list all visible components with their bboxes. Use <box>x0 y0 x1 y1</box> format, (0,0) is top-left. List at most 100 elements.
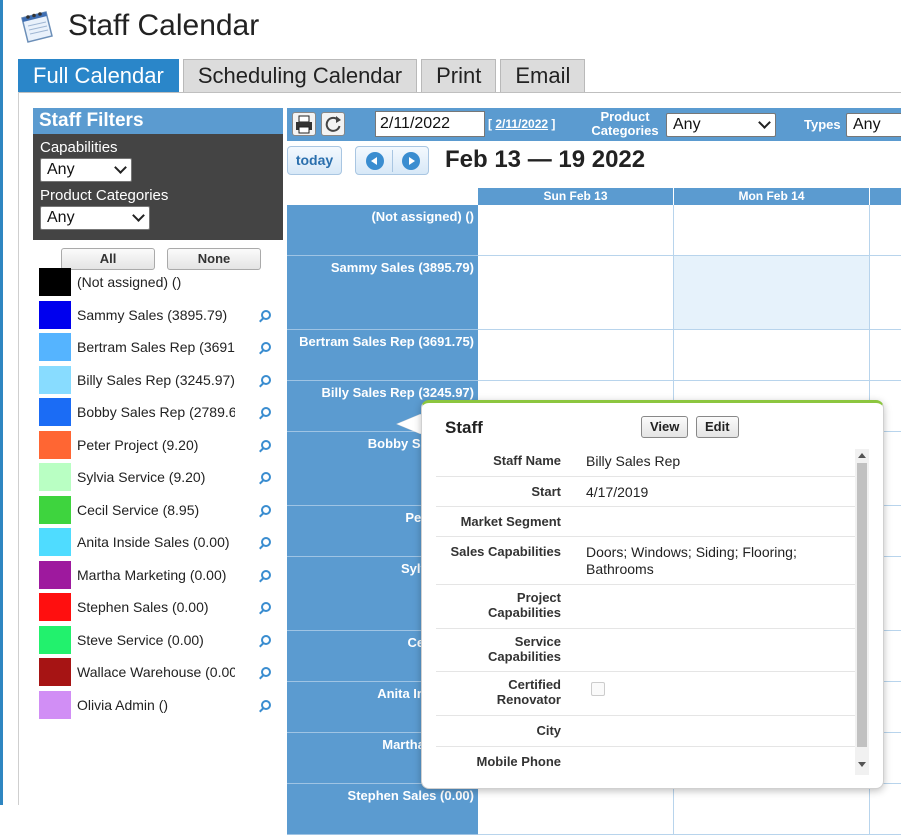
date-link-text[interactable]: 2/11/2022 <box>495 117 548 131</box>
types-select[interactable]: Any <box>846 113 901 137</box>
window-edge <box>0 0 3 805</box>
staff-color-swatch <box>39 658 71 687</box>
types-label: Types <box>804 117 841 132</box>
staff-color-swatch <box>39 560 71 589</box>
staff-list-item[interactable]: Anita Inside Sales (0.00) <box>39 526 284 559</box>
staff-color-swatch <box>39 430 71 459</box>
product-categories-select-value: Any <box>47 209 75 226</box>
staff-list-item[interactable]: Sammy Sales (3895.79) <box>39 299 284 332</box>
date-range-title: Feb 13 — 19 2022 <box>445 146 646 173</box>
scroll-thumb[interactable] <box>857 463 867 747</box>
calendar-cell[interactable] <box>674 256 870 330</box>
detail-label: Service Capabilities <box>488 634 561 664</box>
staff-name: Steve Service (0.00) <box>77 631 204 648</box>
zoom-icon[interactable] <box>261 699 271 710</box>
detail-label: Certified Renovator <box>496 677 561 707</box>
page-header: Staff Calendar <box>16 6 259 46</box>
zoom-icon[interactable] <box>261 602 271 612</box>
staff-list-item[interactable]: Steve Service (0.00) <box>39 624 284 657</box>
calendar-cell[interactable] <box>870 784 901 835</box>
detail-row: Sales Capabilities Doors; Windows; Siding… <box>436 537 856 585</box>
next-week-icon[interactable] <box>402 152 420 170</box>
calendar-cell[interactable] <box>478 784 674 835</box>
staff-list-item[interactable]: Stephen Sales (0.00) <box>39 591 284 624</box>
staff-name: Sammy Sales (3895.79) <box>77 306 228 323</box>
zoom-icon[interactable] <box>261 439 271 450</box>
tab-scheduling-calendar[interactable]: Scheduling Calendar <box>182 59 418 92</box>
certified-renovator-checkbox[interactable] <box>591 682 605 696</box>
toolbar-product-categories-select[interactable]: Any <box>666 113 776 137</box>
edit-button[interactable]: Edit <box>696 416 739 438</box>
calendar-cell[interactable] <box>870 256 901 330</box>
calendar-cell[interactable] <box>870 330 901 381</box>
staff-filters-body: Capabilities Any Product Categories Any <box>33 134 283 240</box>
staff-list-item[interactable]: Wallace Warehouse (0.00 <box>39 656 284 689</box>
staff-name: Bobby Sales Rep (2789.6 <box>77 404 235 421</box>
date-input[interactable]: 2/11/2022 <box>375 111 485 137</box>
staff-list-item[interactable]: Olivia Admin () <box>39 689 284 722</box>
staff-row-label: Sammy Sales (3895.79) <box>287 256 478 330</box>
zoom-icon[interactable] <box>261 472 271 482</box>
staff-list-item[interactable]: (Not assigned) () <box>39 266 284 299</box>
detail-value: Doors; Windows; Siding; Flooring; Bathro… <box>586 544 797 577</box>
zoom-icon[interactable] <box>261 309 271 320</box>
staff-color-swatch <box>39 463 71 492</box>
staff-list-item[interactable]: Martha Marketing (0.00) <box>39 559 284 592</box>
staff-color-swatch <box>39 268 71 297</box>
view-tabs: Full Calendar Scheduling Calendar Print … <box>18 59 589 92</box>
zoom-icon[interactable] <box>261 634 271 645</box>
scroll-up-icon[interactable] <box>858 453 866 458</box>
zoom-icon[interactable] <box>261 569 271 580</box>
zoom-icon[interactable] <box>261 504 271 515</box>
zoom-icon[interactable] <box>261 667 271 677</box>
calendar-cell[interactable] <box>478 256 674 330</box>
zoom-icon[interactable] <box>261 374 271 385</box>
staff-name: Stephen Sales (0.00) <box>77 599 209 616</box>
calendar-toolbar: 2/11/2022 [ 2/11/2022 ] Product Categori… <box>287 108 901 141</box>
zoom-icon[interactable] <box>261 342 271 352</box>
product-categories-select[interactable]: Any <box>40 206 150 230</box>
calendar-cell[interactable] <box>478 330 674 381</box>
staff-color-swatch <box>39 528 71 557</box>
calendar-cell[interactable] <box>478 205 674 256</box>
staff-list-item[interactable]: Sylvia Service (9.20) <box>39 461 284 494</box>
tab-email[interactable]: Email <box>500 59 586 92</box>
capabilities-label: Capabilities <box>40 139 118 156</box>
detail-value: 4/17/2019 <box>586 484 649 500</box>
date-link[interactable]: [ 2/11/2022 ] <box>488 117 555 131</box>
staff-list-item[interactable]: Bobby Sales Rep (2789.6 <box>39 396 284 429</box>
scroll-down-icon[interactable] <box>858 762 866 767</box>
zoom-icon[interactable] <box>261 407 271 417</box>
staff-name: Sylvia Service (9.20) <box>77 469 206 486</box>
staff-list-item[interactable]: Peter Project (9.20) <box>39 429 284 462</box>
calendar-cell[interactable] <box>674 330 870 381</box>
staff-color-swatch <box>39 398 71 427</box>
printer-icon[interactable] <box>292 112 316 136</box>
day-header[interactable]: Sun Feb 13 <box>478 188 674 205</box>
view-button[interactable]: View <box>641 416 689 438</box>
nav-divider <box>392 150 393 172</box>
staff-list-item[interactable]: Billy Sales Rep (3245.97) <box>39 364 284 397</box>
calendar-cell[interactable] <box>674 784 870 835</box>
detail-row: Service Capabilities <box>436 629 856 672</box>
staff-name: (Not assigned) () <box>77 274 182 291</box>
refresh-icon[interactable] <box>321 112 345 136</box>
today-button[interactable]: today <box>287 146 342 175</box>
calendar-cell[interactable] <box>674 205 870 256</box>
tab-full-calendar[interactable]: Full Calendar <box>18 59 179 92</box>
types-select-value: Any <box>853 116 881 133</box>
calendar-cell[interactable] <box>870 205 901 256</box>
staff-name: Bertram Sales Rep (3691 <box>77 339 235 356</box>
staff-color-swatch <box>39 625 71 654</box>
zoom-icon[interactable] <box>261 537 271 547</box>
detail-value: Billy Sales Rep <box>586 453 681 469</box>
staff-list-item[interactable]: Bertram Sales Rep (3691 <box>39 331 284 364</box>
popover-scrollbar[interactable] <box>855 449 869 775</box>
detail-row: Start 4/17/2019 <box>436 477 856 507</box>
capabilities-select[interactable]: Any <box>40 158 132 182</box>
day-header[interactable]: Mon Feb 14 <box>674 188 870 205</box>
staff-list-item[interactable]: Cecil Service (8.95) <box>39 494 284 527</box>
staff-filters-title: Staff Filters <box>33 108 283 134</box>
prev-week-icon[interactable] <box>366 152 384 170</box>
tab-print[interactable]: Print <box>421 59 497 92</box>
